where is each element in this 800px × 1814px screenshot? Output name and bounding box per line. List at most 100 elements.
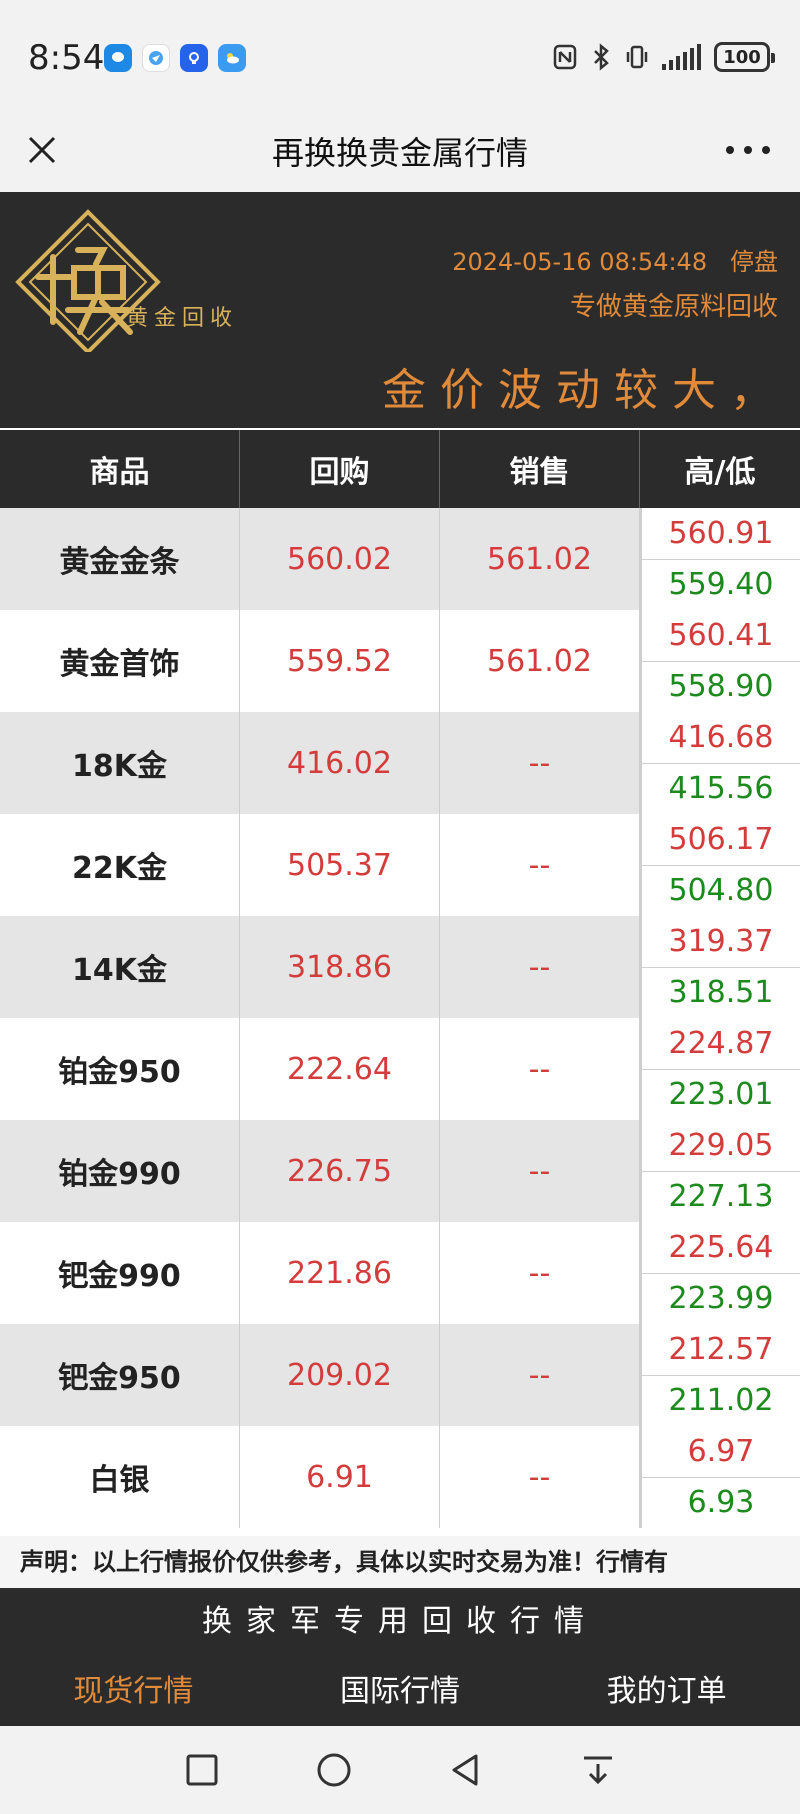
buyback-price: 6.91 — [240, 1426, 440, 1528]
low-price: 211.02 — [640, 1375, 800, 1426]
browser-app-icon — [142, 44, 170, 72]
tab-my-orders[interactable]: 我的订单 — [533, 1658, 800, 1718]
recent-apps-icon[interactable] — [182, 1750, 222, 1790]
low-price: 227.13 — [640, 1171, 800, 1222]
high-low-cell: 224.87 223.01 — [640, 1018, 800, 1120]
status-time: 8:54 — [28, 38, 105, 78]
signal-icon — [662, 44, 701, 70]
sell-price: -- — [440, 1018, 640, 1120]
more-options-icon[interactable] — [726, 132, 770, 168]
vibrate-icon — [626, 45, 648, 69]
system-nav-bar — [0, 1726, 800, 1814]
table-row: 黄金首饰 559.52 561.02 560.41 558.90 — [0, 610, 800, 712]
sell-price: -- — [440, 1324, 640, 1426]
message-app-icon — [104, 44, 132, 72]
high-price: 506.17 — [640, 814, 800, 866]
buyback-price: 559.52 — [240, 610, 440, 712]
back-icon[interactable] — [446, 1750, 486, 1790]
buyback-price: 209.02 — [240, 1324, 440, 1426]
market-timestamp: 2024-05-16 08:54:48 停盘 — [452, 242, 778, 277]
table-row: 钯金950 209.02 -- 212.57 211.02 — [0, 1324, 800, 1426]
high-price: 229.05 — [640, 1120, 800, 1172]
disclaimer-text: 声明：以上行情报价仅供参考，具体以实时交易为准！行情有 — [0, 1536, 800, 1588]
table-row: 22K金 505.37 -- 506.17 504.80 — [0, 814, 800, 916]
buyback-price: 226.75 — [240, 1120, 440, 1222]
price-table: 商品 回购 销售 高/低 黄金金条 560.02 561.02 560.91 559.4… — [0, 430, 800, 1528]
column-header-product: 商品 — [0, 430, 240, 508]
high-price: 225.64 — [640, 1222, 800, 1274]
product-name: 白银 — [0, 1426, 240, 1528]
idea-app-icon — [180, 44, 208, 72]
sell-price: -- — [440, 1222, 640, 1324]
buyback-price: 505.37 — [240, 814, 440, 916]
product-name: 14K金 — [0, 916, 240, 1018]
high-low-cell: 416.68 415.56 — [640, 712, 800, 814]
table-header: 商品 回购 销售 高/低 — [0, 430, 800, 508]
high-price: 212.57 — [640, 1324, 800, 1376]
footer: 换家军专用回收行情 现货行情 国际行情 我的订单 — [0, 1588, 800, 1726]
nfc-icon — [553, 44, 577, 70]
tab-international-market[interactable]: 国际行情 — [267, 1658, 534, 1718]
high-low-cell: 212.57 211.02 — [640, 1324, 800, 1426]
product-name: 钯金990 — [0, 1222, 240, 1324]
sell-price: -- — [440, 1426, 640, 1528]
page-title: 再换换贵金属行情 — [271, 134, 528, 172]
notification-icons — [104, 44, 246, 72]
high-low-cell: 319.37 318.51 — [640, 916, 800, 1018]
high-price: 416.68 — [640, 712, 800, 764]
column-header-buyback: 回购 — [240, 430, 440, 508]
high-price: 6.97 — [640, 1426, 800, 1478]
title-bar: 再换换贵金属行情 — [0, 110, 800, 192]
table-row: 黄金金条 560.02 561.02 560.91 559.40 — [0, 508, 800, 610]
product-name: 铂金950 — [0, 1018, 240, 1120]
table-row: 白银 6.91 -- 6.97 6.93 — [0, 1426, 800, 1528]
status-bar: 8:54 100 — [0, 0, 800, 110]
header-banner: 黄金回收 2024-05-16 08:54:48 停盘 专做黄金原料回收 金价波… — [0, 192, 800, 428]
tab-spot-market[interactable]: 现货行情 — [0, 1658, 267, 1718]
sell-price: 561.02 — [440, 508, 640, 610]
product-name: 22K金 — [0, 814, 240, 916]
battery-indicator: 100 — [714, 42, 775, 72]
high-price: 560.91 — [640, 508, 800, 560]
low-price: 558.90 — [640, 661, 800, 712]
sell-price: -- — [440, 814, 640, 916]
buyback-price: 560.02 — [240, 508, 440, 610]
low-price: 415.56 — [640, 763, 800, 814]
table-row: 铂金990 226.75 -- 229.05 227.13 — [0, 1120, 800, 1222]
product-name: 黄金金条 — [0, 508, 240, 610]
high-low-cell: 560.41 558.90 — [640, 610, 800, 712]
product-name: 铂金990 — [0, 1120, 240, 1222]
bottom-tabs: 现货行情 国际行情 我的订单 — [0, 1658, 800, 1718]
weather-app-icon — [218, 44, 246, 72]
home-icon[interactable] — [314, 1750, 354, 1790]
high-price: 224.87 — [640, 1018, 800, 1070]
low-price: 223.99 — [640, 1273, 800, 1324]
buyback-price: 221.86 — [240, 1222, 440, 1324]
low-price: 6.93 — [640, 1477, 800, 1528]
low-price: 223.01 — [640, 1069, 800, 1120]
low-price: 318.51 — [640, 967, 800, 1018]
high-low-cell: 229.05 227.13 — [640, 1120, 800, 1222]
table-row: 钯金990 221.86 -- 225.64 223.99 — [0, 1222, 800, 1324]
low-price: 504.80 — [640, 865, 800, 916]
logo-caption: 黄金回收 — [126, 306, 239, 331]
high-low-cell: 225.64 223.99 — [640, 1222, 800, 1324]
low-price: 559.40 — [640, 559, 800, 610]
high-low-cell: 6.97 6.93 — [640, 1426, 800, 1528]
datetime-value: 2024-05-16 08:54:48 — [452, 248, 708, 276]
high-low-cell: 560.91 559.40 — [640, 508, 800, 610]
product-name: 18K金 — [0, 712, 240, 814]
high-price: 560.41 — [640, 610, 800, 662]
slogan: 专做黄金原料回收 — [569, 292, 778, 322]
high-price: 319.37 — [640, 916, 800, 968]
scrolling-notice: 金价波动较大， — [382, 365, 788, 416]
footer-title: 换家军专用回收行情 — [202, 1604, 598, 1639]
sell-price: -- — [440, 1120, 640, 1222]
high-low-cell: 506.17 504.80 — [640, 814, 800, 916]
notification-shade-icon[interactable] — [578, 1750, 618, 1790]
column-header-sell: 销售 — [440, 430, 640, 508]
product-name: 黄金首饰 — [0, 610, 240, 712]
sell-price: -- — [440, 916, 640, 1018]
system-indicators: 100 — [552, 42, 775, 72]
column-header-high-low: 高/低 — [684, 455, 756, 490]
